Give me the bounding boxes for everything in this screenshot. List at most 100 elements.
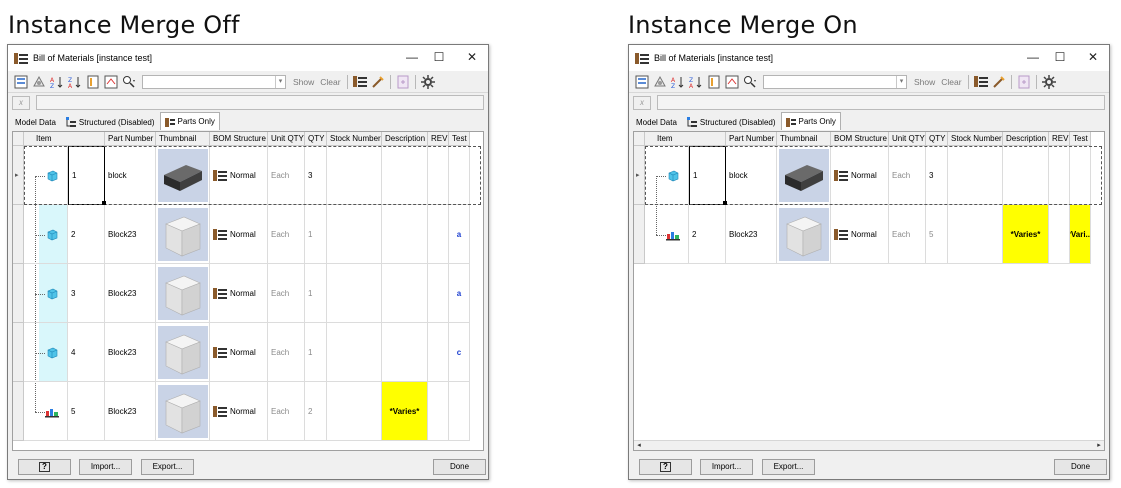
cell-item[interactable]: 1	[68, 146, 105, 205]
help-button[interactable]: ?	[639, 459, 692, 475]
cell-qty[interactable]: 2	[305, 382, 327, 441]
column-header-test[interactable]: Test	[449, 132, 470, 146]
custom-properties-button[interactable]	[992, 75, 1006, 89]
cell-stock[interactable]	[327, 264, 382, 323]
cell-item[interactable]: 5	[68, 382, 105, 441]
cell-test[interactable]: a	[449, 205, 470, 264]
custom-properties-button[interactable]	[371, 75, 385, 89]
column-header-stock-number[interactable]: Stock Number	[948, 132, 1003, 146]
cell-description[interactable]: *Varies*	[382, 382, 428, 441]
maximize-button[interactable]: ☐	[431, 50, 447, 64]
cell-description[interactable]	[382, 205, 428, 264]
column-header-part-number[interactable]: Part Number	[105, 132, 156, 146]
row-header[interactable]	[634, 205, 645, 264]
cell-stock[interactable]	[327, 382, 382, 441]
cell-qty[interactable]: 1	[305, 205, 327, 264]
cell-test[interactable]: a	[449, 264, 470, 323]
filter-combo[interactable]: ▾	[763, 74, 907, 89]
tab-parts-only[interactable]: Parts Only	[780, 112, 841, 130]
column-header-unit-qty[interactable]: Unit QTY	[268, 132, 305, 146]
cell-stock[interactable]	[948, 205, 1003, 264]
column-header-bom-structure[interactable]: BOM Structure	[210, 132, 268, 146]
cell-bom-structure[interactable]: Normal	[831, 205, 889, 264]
view-options-button[interactable]	[653, 75, 667, 89]
cell-test[interactable]	[1070, 146, 1091, 205]
gear-button[interactable]	[1041, 74, 1056, 89]
row-header[interactable]	[13, 382, 24, 441]
item-renumber-button[interactable]	[707, 75, 721, 89]
horizontal-scrollbar[interactable]: ◂ ▸	[634, 440, 1104, 450]
cell-rev[interactable]	[428, 205, 449, 264]
sort-ascending-button[interactable]: AZ	[50, 75, 64, 90]
cell-bom-structure[interactable]: Normal	[210, 146, 268, 205]
cell-unit-qty[interactable]: Each	[268, 264, 305, 323]
cell-rev[interactable]	[428, 382, 449, 441]
close-button[interactable]: ✕	[1085, 50, 1101, 64]
column-header-thumbnail[interactable]: Thumbnail	[777, 132, 831, 146]
minimize-button[interactable]: —	[1025, 50, 1041, 64]
column-header-thumbnail[interactable]: Thumbnail	[156, 132, 210, 146]
column-header-item[interactable]: Item	[645, 132, 726, 146]
cell-bom-structure[interactable]: Normal	[210, 264, 268, 323]
export-bom-button[interactable]	[14, 75, 28, 89]
cell-part-number[interactable]: Block23	[105, 323, 156, 382]
column-header-rev[interactable]: REV	[428, 132, 449, 146]
tab-parts-only[interactable]: Parts Only	[159, 112, 220, 130]
cell-qty[interactable]: 5	[926, 205, 948, 264]
row-expand-icon[interactable]: ▸	[15, 171, 19, 179]
row-expand-icon[interactable]: ▸	[636, 171, 640, 179]
part-number-merge-button[interactable]	[725, 75, 739, 89]
export-button[interactable]: Export...	[762, 459, 815, 475]
formula-icon[interactable]: x	[12, 95, 30, 110]
column-header-qty[interactable]: QTY	[305, 132, 327, 146]
sort-descending-button[interactable]: ZA	[68, 75, 82, 90]
cell-stock[interactable]	[327, 146, 382, 205]
column-header-description[interactable]: Description	[1003, 132, 1049, 146]
cell-stock[interactable]	[948, 146, 1003, 205]
show-button[interactable]: Show	[914, 77, 935, 87]
show-button[interactable]: Show	[293, 77, 314, 87]
cell-part-number[interactable]: Block23	[726, 205, 777, 264]
cell-qty[interactable]: 3	[926, 146, 948, 205]
cell-bom-structure[interactable]: Normal	[210, 382, 268, 441]
cell-part-number[interactable]: Block23	[105, 264, 156, 323]
column-header-part-number[interactable]: Part Number	[726, 132, 777, 146]
cell-unit-qty[interactable]: Each	[889, 146, 926, 205]
minimize-button[interactable]: —	[404, 50, 420, 64]
column-header-description[interactable]: Description	[382, 132, 428, 146]
cell-item[interactable]: 4	[68, 323, 105, 382]
column-header-rev[interactable]: REV	[1049, 132, 1070, 146]
column-header-qty[interactable]: QTY	[926, 132, 948, 146]
scroll-left-icon[interactable]: ◂	[634, 441, 644, 451]
clear-button[interactable]: Clear	[941, 77, 961, 87]
cell-test[interactable]	[449, 382, 470, 441]
cell-part-number[interactable]: Block23	[105, 205, 156, 264]
gear-button[interactable]	[420, 74, 435, 89]
cell-item[interactable]: 2	[689, 205, 726, 264]
cell-item[interactable]: 1	[689, 146, 726, 205]
help-button[interactable]: ?	[18, 459, 71, 475]
cell-description[interactable]	[1003, 146, 1049, 205]
clear-button[interactable]: Clear	[320, 77, 340, 87]
find-component-button[interactable]	[743, 75, 757, 89]
filter-combo[interactable]: ▾	[142, 74, 286, 89]
view-options-button[interactable]	[32, 75, 46, 89]
column-header-test[interactable]: Test	[1070, 132, 1091, 146]
cell-part-number[interactable]: block	[105, 146, 156, 205]
cell-qty[interactable]: 1	[305, 264, 327, 323]
chevron-down-icon[interactable]: ▾	[896, 75, 906, 88]
sort-ascending-button[interactable]: AZ	[671, 75, 685, 90]
column-header-item[interactable]: Item	[24, 132, 105, 146]
cell-bom-structure[interactable]: Normal	[210, 205, 268, 264]
formula-input[interactable]	[657, 95, 1105, 110]
cell-test[interactable]	[449, 146, 470, 205]
item-renumber-button[interactable]	[86, 75, 100, 89]
cell-unit-qty[interactable]: Each	[268, 205, 305, 264]
bom-settings-button[interactable]	[352, 75, 367, 89]
formula-icon[interactable]: x	[633, 95, 651, 110]
cell-description[interactable]	[382, 146, 428, 205]
cell-rev[interactable]	[1049, 205, 1070, 264]
sort-descending-button[interactable]: ZA	[689, 75, 703, 90]
tab-structured-disabled[interactable]: Structured (Disabled)	[682, 114, 781, 130]
scroll-right-icon[interactable]: ▸	[1094, 441, 1104, 451]
